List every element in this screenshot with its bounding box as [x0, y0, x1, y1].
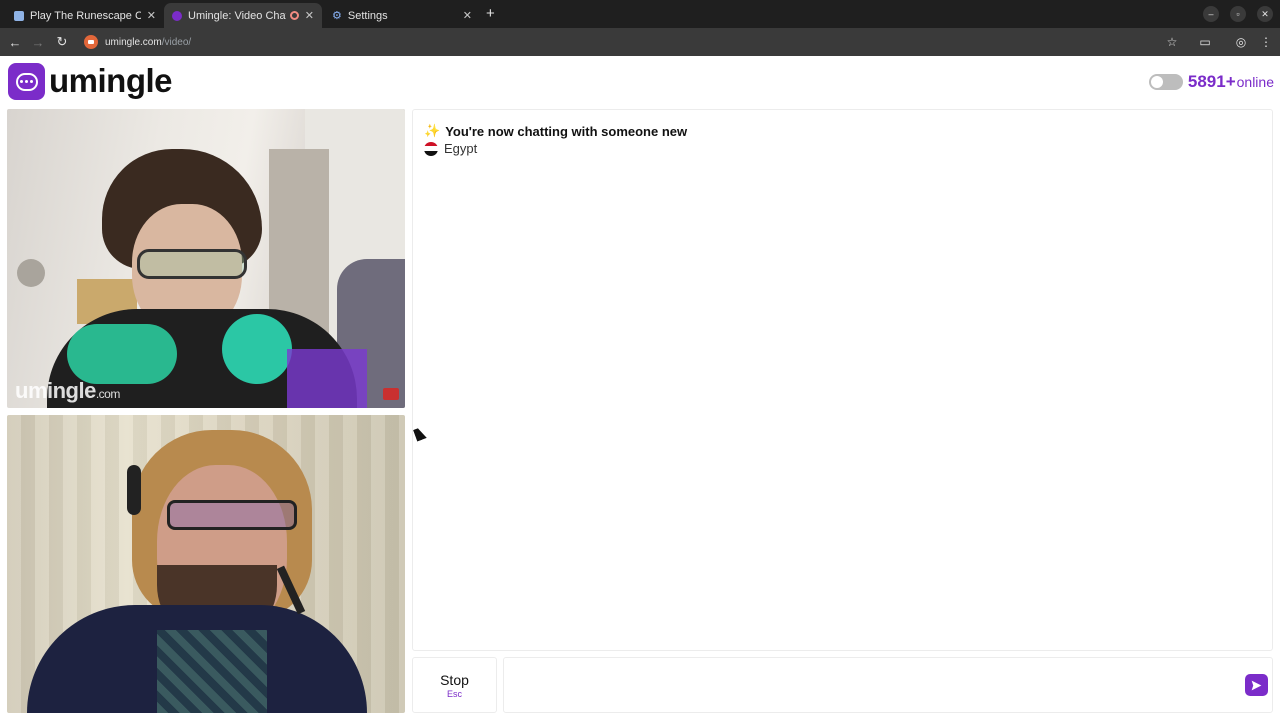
stranger-country: Egypt — [424, 141, 477, 156]
back-arrow-icon[interactable]: ← — [6, 33, 24, 51]
tab-title: Umingle: Video Chat — [188, 9, 286, 22]
watermark-suffix: .com — [95, 387, 121, 401]
url-path: /video/ — [161, 36, 192, 48]
recording-indicator-icon — [289, 11, 299, 20]
report-flag-icon[interactable] — [383, 388, 399, 400]
tab-title: Play The Runescape Cra — [30, 9, 141, 22]
send-button[interactable] — [1245, 674, 1268, 696]
video-watermark: umingle.com — [15, 378, 120, 404]
send-arrow-icon — [1251, 680, 1262, 690]
minimize-icon[interactable]: – — [1203, 6, 1219, 22]
site-logo-text[interactable]: umingle — [49, 62, 173, 100]
browser-toolbar: ← → ↻ umingle.com /video/ ☆ ▭ ◎ ⋮ — [0, 28, 1280, 56]
maximize-icon[interactable]: ▫ — [1230, 6, 1246, 22]
cast-icon[interactable]: ▭ — [1197, 34, 1213, 50]
self-video — [7, 415, 405, 713]
sparkle-icon: ✨ — [424, 123, 441, 138]
tab-settings[interactable]: ⚙ Settings ✕ — [324, 3, 480, 28]
tab-runescape[interactable]: Play The Runescape Cra ✕ — [6, 3, 164, 28]
close-window-icon[interactable]: ✕ — [1257, 6, 1273, 22]
umingle-favicon-icon — [172, 10, 182, 21]
url-host: umingle.com — [105, 36, 162, 48]
watermark-text: umingle — [15, 378, 96, 403]
address-bar[interactable]: umingle.com /video/ — [80, 31, 1190, 53]
message-input[interactable] — [503, 657, 1273, 713]
online-count: 5891+ — [1187, 72, 1236, 91]
online-label: online — [1236, 74, 1274, 90]
close-tab-icon[interactable]: ✕ — [305, 9, 314, 22]
browser-tab-bar: Play The Runescape Cra ✕ Umingle: Video … — [0, 0, 1280, 28]
profile-icon[interactable]: ◎ — [1233, 34, 1249, 50]
stranger-video: umingle.com — [7, 109, 405, 408]
new-tab-plus-icon[interactable]: + — [486, 5, 495, 22]
runescape-favicon-icon — [14, 10, 24, 21]
stop-shortcut-hint: Esc — [446, 688, 462, 699]
close-tab-icon[interactable]: ✕ — [463, 9, 472, 22]
reload-icon[interactable]: ↻ — [53, 33, 71, 51]
theme-toggle[interactable] — [1148, 74, 1183, 90]
egypt-flag-icon — [424, 141, 438, 156]
stop-label: Stop — [440, 671, 469, 688]
tab-umingle[interactable]: Umingle: Video Chat ✕ — [164, 3, 322, 28]
chat-status: ✨ You're now chatting with someone new — [424, 123, 687, 139]
chat-status-text: You're now chatting with someone new — [445, 123, 688, 139]
tab-title: Settings — [347, 9, 388, 22]
forward-arrow-icon[interactable]: → — [29, 33, 47, 51]
online-counter: 5891+ online — [1148, 72, 1274, 92]
settings-gear-icon: ⚙ — [332, 10, 342, 22]
bookmark-star-icon[interactable]: ☆ — [1164, 34, 1180, 50]
chat-panel: ✨ You're now chatting with someone new E… — [412, 109, 1273, 651]
stop-button[interactable]: Stop Esc — [412, 657, 497, 713]
site-info-icon[interactable] — [84, 35, 98, 49]
close-tab-icon[interactable]: ✕ — [147, 9, 156, 22]
menu-dots-icon[interactable]: ⋮ — [1258, 34, 1274, 50]
country-name: Egypt — [444, 141, 478, 156]
umingle-logo-icon[interactable] — [8, 63, 45, 100]
